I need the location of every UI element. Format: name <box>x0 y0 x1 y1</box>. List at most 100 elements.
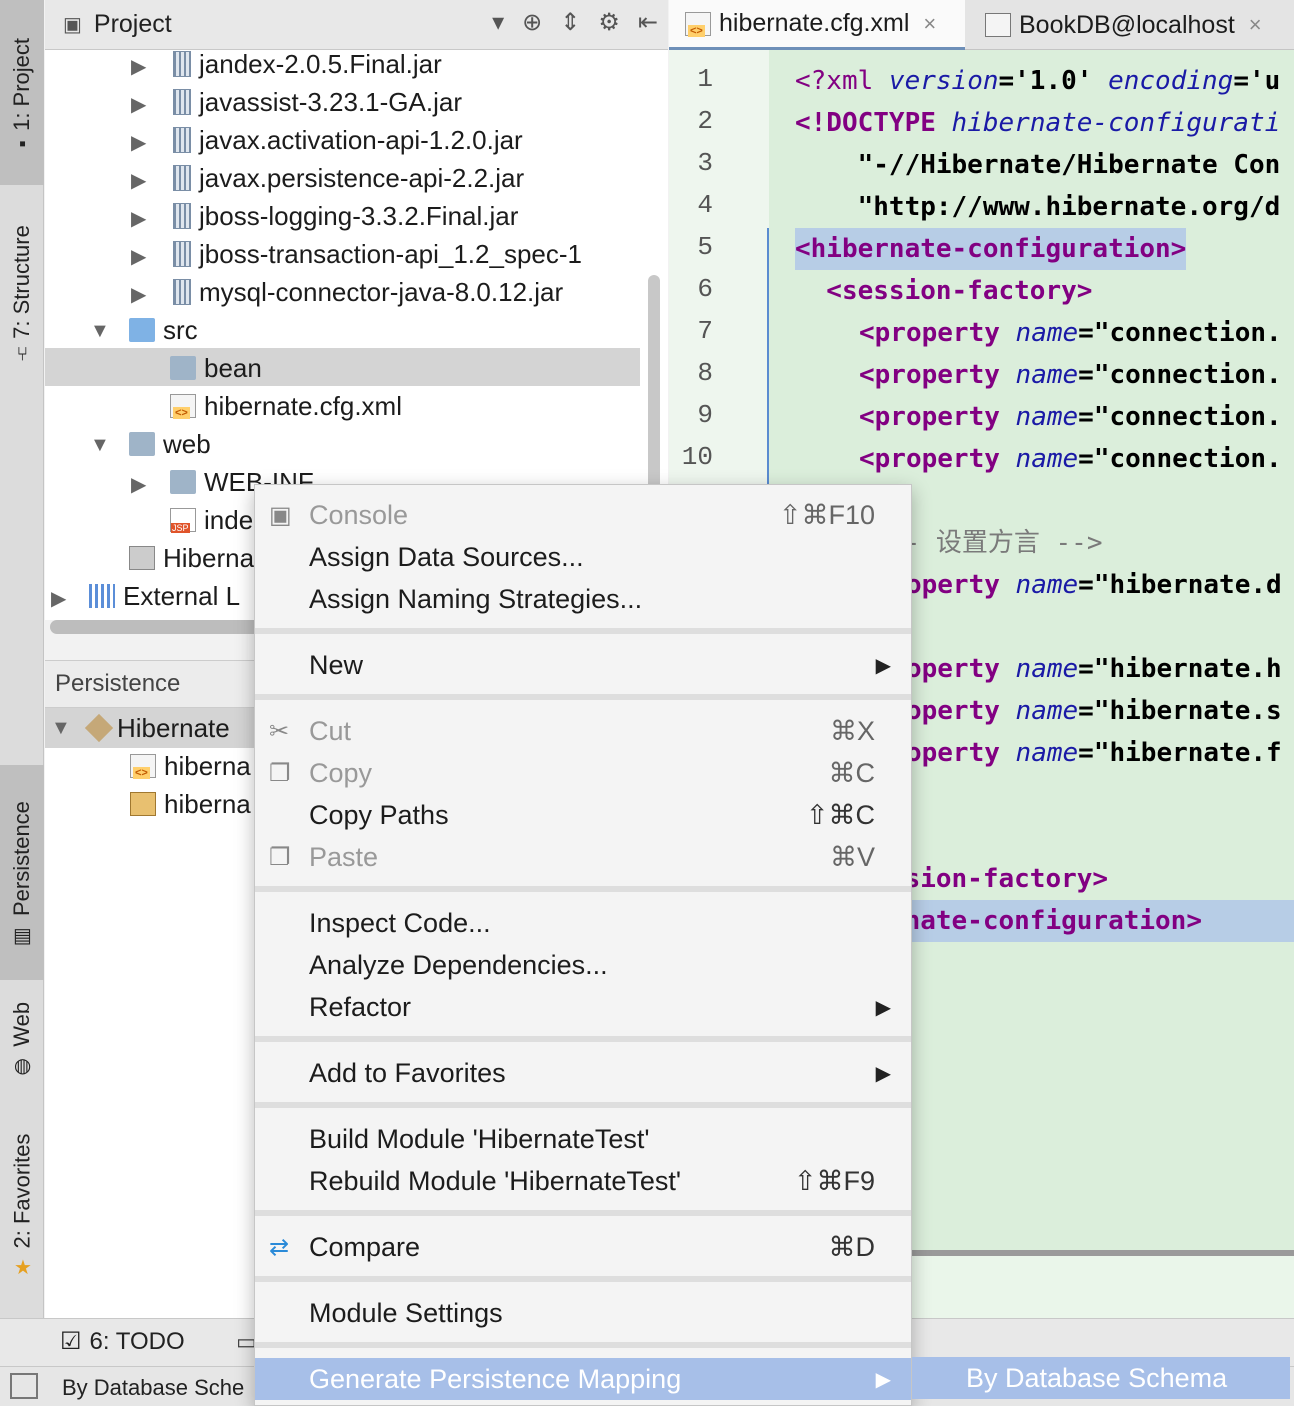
tab-favorites[interactable]: ★ 2: Favorites <box>0 1110 44 1300</box>
menu-item-paste[interactable]: ❐ Paste ⌘V <box>255 836 911 878</box>
tool-window-sidebar: ▪ 1: Project ⑂ 7: Structure ▤ Persistence ◍… <box>0 0 44 1318</box>
context-menu: ▣ Console ⇧⌘F10 Assign Data Sources... Ass… <box>254 484 912 1406</box>
gear-icon[interactable]: ⚙ <box>598 8 620 37</box>
tree-item[interactable]: src <box>129 311 198 349</box>
locate-icon[interactable]: ⊕ <box>522 8 542 37</box>
star-icon: ★ <box>13 1256 31 1279</box>
menu-item-new[interactable]: New ▶ <box>255 644 911 686</box>
xml-file-icon <box>170 394 196 419</box>
menu-item-refactor[interactable]: Refactor ▶ <box>255 986 911 1028</box>
project-panel-title[interactable]: Project <box>94 10 172 39</box>
submenu-arrow-icon: ▶ <box>875 996 891 1019</box>
close-icon[interactable]: × <box>1249 12 1262 38</box>
tree-item[interactable]: mysql-connector-java-8.0.12.jar <box>173 273 563 311</box>
jar-icon <box>173 279 191 305</box>
module-file-icon <box>129 546 155 570</box>
tree-item[interactable]: Hiberna <box>129 539 254 577</box>
vertical-scrollbar[interactable] <box>648 275 660 495</box>
collapse-icon[interactable]: ⇕ <box>560 8 580 37</box>
code-line: <property name="hibernate.h <box>859 654 1282 684</box>
structure-icon: ⑂ <box>16 342 28 365</box>
line-number: 4 <box>697 190 713 220</box>
menu-item-assign-data-sources[interactable]: Assign Data Sources... <box>255 536 911 578</box>
jsp-file-icon: JSP <box>170 508 196 533</box>
menu-item-module-settings[interactable]: Module Settings <box>255 1292 911 1334</box>
menu-item-analyze-dependencies[interactable]: Analyze Dependencies... <box>255 944 911 986</box>
tab-project[interactable]: ▪ 1: Project <box>0 0 44 185</box>
code-line: <property name="connection. <box>859 444 1282 474</box>
tab-web[interactable]: ◍ Web <box>0 985 44 1090</box>
expand-arrow-icon[interactable]: ▶ <box>131 472 146 497</box>
persistence-panel-title: Persistence <box>55 670 181 697</box>
expand-arrow-icon[interactable]: ▶ <box>51 586 66 611</box>
tree-item[interactable]: jandex-2.0.5.Final.jar <box>173 45 442 83</box>
source-folder-icon <box>129 318 155 342</box>
tree-item[interactable]: JSP inde <box>170 501 253 539</box>
menu-item-cut[interactable]: ✂ Cut ⌘X <box>255 710 911 752</box>
menu-item-inspect-code[interactable]: Inspect Code... <box>255 902 911 944</box>
tree-item[interactable]: hibernate.cfg.xml <box>170 387 402 425</box>
menu-item-add-to-favorites[interactable]: Add to Favorites ▶ <box>255 1052 911 1094</box>
expand-arrow-icon[interactable]: ▶ <box>131 244 146 269</box>
project-panel-header: ▣ Project ▾ ⊕ ⇕ ⚙ ⇤ <box>45 0 668 50</box>
expand-arrow-icon[interactable]: ▶ <box>131 130 146 155</box>
menu-item-generate-persistence-mapping[interactable]: Generate Persistence Mapping ▶ <box>255 1358 911 1400</box>
tree-item[interactable]: Hibernate <box>84 709 230 747</box>
tab-persistence[interactable]: ▤ Persistence <box>0 765 44 980</box>
menu-item-compare[interactable]: ⇄ Compare ⌘D <box>255 1226 911 1268</box>
submenu-arrow-icon: ▶ <box>875 654 891 677</box>
code-line: <property name="connection. <box>859 360 1282 390</box>
menu-separator <box>255 1276 911 1282</box>
code-line: <hibernate-configuration> <box>795 228 1187 270</box>
expand-arrow-icon[interactable]: ▶ <box>131 206 146 231</box>
code-line: "-//Hibernate/Hibernate Con <box>795 150 1281 180</box>
line-number: 3 <box>697 148 713 178</box>
hide-panel-icon[interactable]: ⇤ <box>638 8 658 37</box>
menu-item-assign-naming-strategies[interactable]: Assign Naming Strategies... <box>255 578 911 620</box>
menu-separator <box>255 1036 911 1042</box>
menu-item-console[interactable]: ▣ Console ⇧⌘F10 <box>255 494 911 536</box>
toggle-toolwindows-icon[interactable] <box>10 1373 38 1399</box>
close-icon[interactable]: × <box>923 11 936 37</box>
tree-item[interactable]: hiberna <box>130 747 251 785</box>
tab-bookdb[interactable]: BookDB@localhost × <box>969 0 1294 50</box>
jar-icon <box>173 241 191 267</box>
expand-arrow-icon[interactable]: ▶ <box>131 92 146 117</box>
tree-item[interactable]: jboss-logging-3.3.2.Final.jar <box>173 197 518 235</box>
menu-item-build-module[interactable]: Build Module 'HibernateTest' <box>255 1118 911 1160</box>
tree-item[interactable]: web <box>129 425 211 463</box>
tab-structure[interactable]: ⑂ 7: Structure <box>0 195 44 390</box>
dropdown-icon[interactable]: ▾ <box>492 8 504 37</box>
jar-icon <box>173 51 191 77</box>
line-number: 5 <box>697 232 713 262</box>
editor-tab-bar: hibernate.cfg.xml × BookDB@localhost × <box>669 0 1294 50</box>
collapse-arrow-icon[interactable]: ▼ <box>90 434 110 457</box>
code-line: <property name="hibernate.d <box>859 570 1282 600</box>
menu-item-rebuild-module[interactable]: Rebuild Module 'HibernateTest' ⇧⌘F9 <box>255 1160 911 1202</box>
database-console-icon <box>985 13 1011 37</box>
web-icon: ◍ <box>13 1054 31 1077</box>
expand-arrow-icon[interactable]: ▶ <box>131 54 146 79</box>
todo-tab[interactable]: ☑ 6: TODO <box>60 1327 185 1356</box>
database-mapping-icon <box>130 792 156 816</box>
submenu-item-by-database-schema[interactable]: By Database Schema <box>912 1357 1290 1399</box>
xml-file-icon <box>130 754 156 779</box>
code-line: <property name="hibernate.f <box>859 738 1282 768</box>
tree-item[interactable]: javassist-3.23.1-GA.jar <box>173 83 462 121</box>
xml-file-icon <box>685 11 711 37</box>
menu-item-copy[interactable]: ❐ Copy ⌘C <box>255 752 911 794</box>
tree-item[interactable]: javax.persistence-api-2.2.jar <box>173 159 524 197</box>
expand-arrow-icon[interactable]: ▶ <box>131 282 146 307</box>
collapse-arrow-icon[interactable]: ▼ <box>90 320 110 343</box>
tree-item[interactable]: jboss-transaction-api_1.2_spec-1 <box>173 235 582 273</box>
project-view-icon: ▣ <box>63 14 82 36</box>
tree-item[interactable]: hiberna <box>130 785 251 823</box>
collapse-arrow-icon[interactable]: ▼ <box>51 717 71 740</box>
tab-hibernate-cfg[interactable]: hibernate.cfg.xml × <box>669 0 965 50</box>
tree-item[interactable]: javax.activation-api-1.2.0.jar <box>173 121 523 159</box>
tree-item[interactable]: bean <box>170 349 262 387</box>
expand-arrow-icon[interactable]: ▶ <box>131 168 146 193</box>
tree-item[interactable]: External L <box>89 577 240 615</box>
code-line: <!DOCTYPE hibernate-configurati <box>795 108 1281 138</box>
menu-item-copy-paths[interactable]: Copy Paths ⇧⌘C <box>255 794 911 836</box>
